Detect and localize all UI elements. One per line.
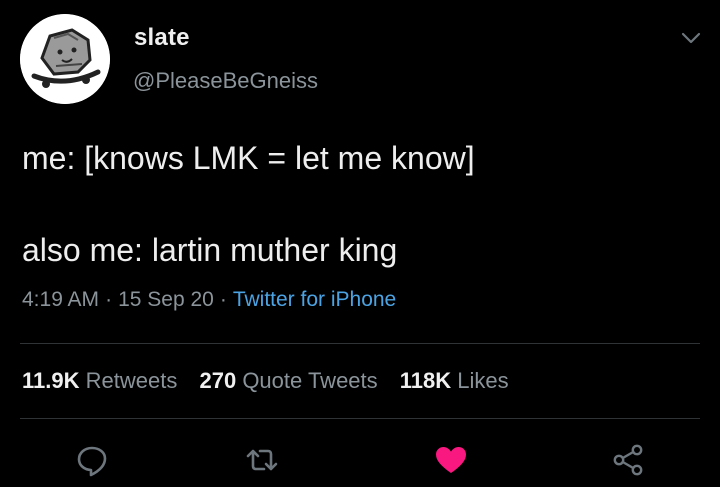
heart-icon[interactable] bbox=[433, 442, 469, 478]
tweet-source-link[interactable]: Twitter for iPhone bbox=[233, 288, 396, 311]
likes-stat[interactable]: 118K Likes bbox=[400, 368, 509, 393]
retweets-label: Retweets bbox=[85, 368, 178, 393]
tweet-text-line: also me: lartin muther king bbox=[22, 232, 398, 268]
avatar-rock-image bbox=[20, 14, 110, 104]
retweets-stat[interactable]: 11.9K Retweets bbox=[22, 368, 177, 393]
meta-separator: · bbox=[105, 288, 113, 311]
reply-icon[interactable] bbox=[74, 442, 110, 478]
meta-separator: · bbox=[219, 288, 227, 311]
share-icon[interactable] bbox=[610, 442, 646, 478]
tweet-date[interactable]: 15 Sep 20 bbox=[118, 288, 214, 311]
avatar[interactable] bbox=[20, 14, 110, 104]
tweet-meta: 4:19 AM · 15 Sep 20 · Twitter for iPhone bbox=[22, 288, 396, 312]
likes-count: 118K bbox=[399, 368, 452, 393]
tweet-text-line: me: [knows LMK = let me know] bbox=[22, 140, 475, 176]
quote-tweets-stat[interactable]: 270 Quote Tweets bbox=[199, 368, 377, 393]
divider bbox=[20, 418, 700, 419]
retweets-count: 11.9K bbox=[22, 368, 80, 393]
tweet-stats: 11.9K Retweets 270 Quote Tweets 118K Lik… bbox=[22, 368, 525, 394]
tweet-time[interactable]: 4:19 AM bbox=[22, 288, 99, 311]
likes-label: Likes bbox=[457, 368, 509, 393]
user-handle[interactable]: @PleaseBeGneiss bbox=[133, 68, 318, 94]
chevron-down-icon[interactable] bbox=[680, 30, 702, 46]
quote-tweets-label: Quote Tweets bbox=[242, 368, 378, 393]
tweet-card: slate @PleaseBeGneiss me: [knows LMK = l… bbox=[0, 0, 720, 487]
quote-tweets-count: 270 bbox=[199, 368, 237, 393]
divider bbox=[20, 343, 700, 344]
retweet-icon[interactable] bbox=[244, 442, 280, 478]
display-name[interactable]: slate bbox=[134, 24, 190, 52]
